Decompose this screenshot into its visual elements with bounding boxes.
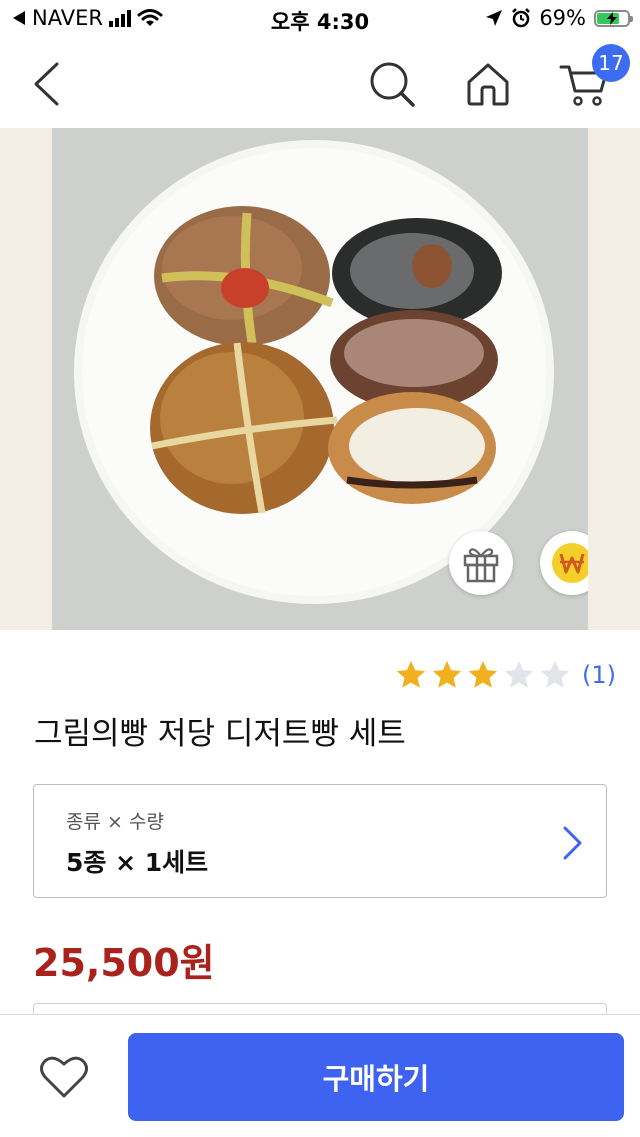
back-chevron-icon <box>34 62 59 106</box>
product-image-area <box>0 128 640 630</box>
bottom-action-bar: 구매하기 <box>0 1014 640 1137</box>
gift-icon <box>463 548 499 583</box>
option-selector[interactable]: 종류 × 수량 5종 × 1세트 <box>33 784 607 898</box>
alarm-icon <box>512 8 531 28</box>
home-icon <box>467 63 509 106</box>
product-title: 그림의빵 저당 디저트빵 세트 <box>34 716 406 752</box>
search-button[interactable] <box>360 52 424 116</box>
star-filled-icon <box>396 660 426 688</box>
product-image[interactable] <box>52 128 588 630</box>
location-arrow-icon <box>486 10 503 26</box>
gift-button[interactable] <box>449 531 513 595</box>
home-button[interactable] <box>456 52 520 116</box>
review-count-link[interactable]: (1) <box>582 661 616 689</box>
nav-bar <box>0 40 640 128</box>
wishlist-button[interactable] <box>30 1045 98 1109</box>
status-bar: NAVER 오후 4:30 69% <box>0 0 640 40</box>
search-icon <box>370 62 415 107</box>
status-right: 69% <box>485 6 633 30</box>
heart-icon <box>40 1056 88 1098</box>
star-filled-icon <box>432 660 462 688</box>
battery-percent: 69% <box>539 6 586 30</box>
buy-button[interactable]: 구매하기 <box>128 1033 624 1121</box>
product-price: 25,500원 <box>33 941 215 985</box>
option-label: 종류 × 수량 <box>66 811 164 833</box>
back-button[interactable] <box>14 52 78 116</box>
chevron-right-icon <box>563 826 582 860</box>
rating[interactable]: (1) <box>394 658 616 692</box>
battery-charging-icon <box>594 9 633 27</box>
won-coin-icon <box>552 543 588 583</box>
star-empty-icon <box>504 660 534 688</box>
option-value: 5종 × 1세트 <box>66 848 209 877</box>
star-empty-icon <box>540 660 570 688</box>
star-filled-icon <box>468 660 498 688</box>
cart-count-badge: 17 <box>592 44 630 82</box>
